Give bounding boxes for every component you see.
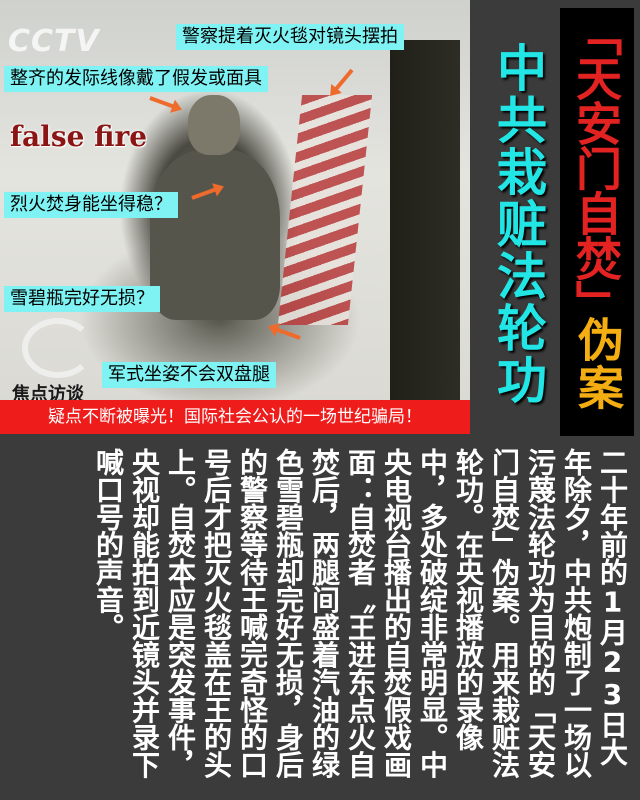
caption-hairline: 整齐的发际线像戴了假发或面具: [4, 66, 268, 92]
caption-police-blanket: 警察提着灭火毯对镜头摆拍: [176, 24, 404, 50]
article-body: 二十年前的1月23日大年除夕，中共炮制了一场以污蔑法轮功为目的的「天安门自焚」伪…: [92, 448, 629, 778]
police-officer-figure: [390, 40, 460, 434]
news-photo: CCTV false fire 焦点访谈 警察提着灭火毯对镜头摆拍 整齐的发际线…: [0, 0, 470, 434]
headline-yellow: 伪案: [571, 316, 625, 412]
bottom-banner: 疑点不断被曝光！国际社会公认的一场世纪骗局！: [0, 400, 470, 434]
seated-person-body: [150, 150, 280, 320]
seated-person-head: [188, 95, 240, 155]
arrow-icon: [149, 96, 177, 110]
caption-sitting-posture: 军式坐姿不会双盘腿: [102, 362, 276, 388]
caption-sprite-bottle: 雪碧瓶完好无损？: [4, 286, 160, 312]
cctv-logo: CCTV: [8, 24, 100, 59]
caption-sitting-stable: 烈火焚身能坐得稳？: [4, 192, 178, 218]
channel-logo-icon: [22, 318, 94, 378]
arrow-icon: [332, 68, 354, 93]
fire-blanket-figure: [277, 95, 373, 325]
headline-cyan: 中共栽赃法轮功: [489, 42, 547, 406]
false-fire-label: false fire: [10, 120, 148, 153]
headline-red: 「天安门自焚」: [569, 10, 623, 325]
arrow-icon: [273, 326, 301, 340]
